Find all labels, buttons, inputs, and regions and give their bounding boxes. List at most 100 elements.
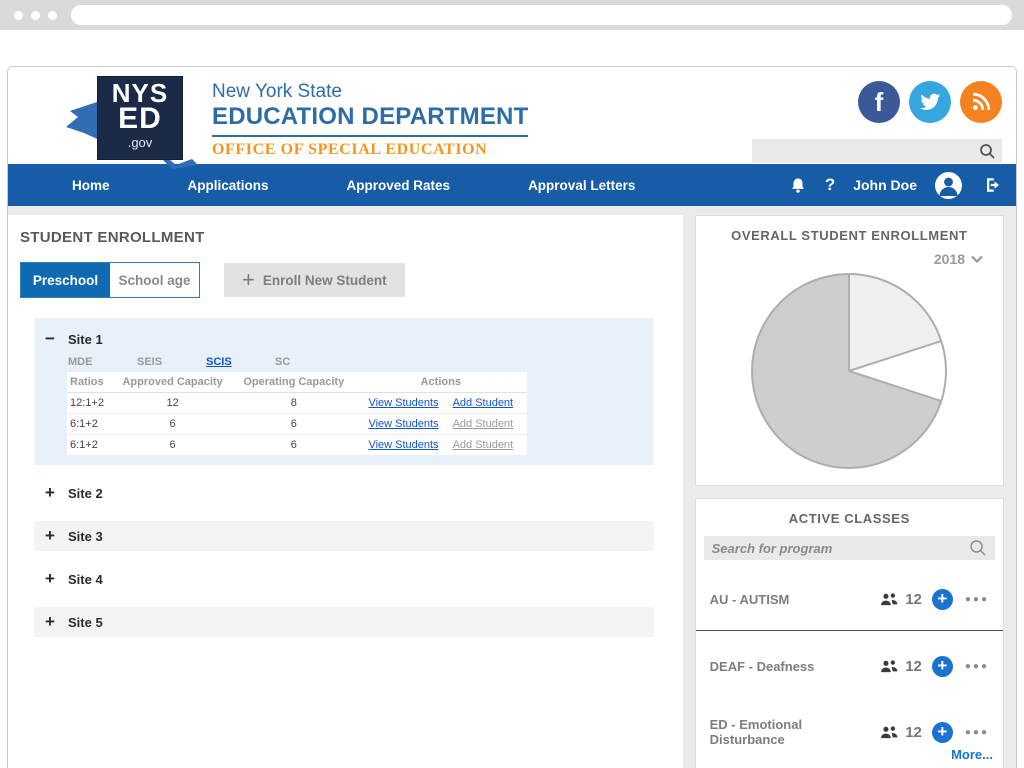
window-control-dots[interactable] [14,11,57,20]
expand-site-icon[interactable]: + [42,614,58,630]
browser-chrome [0,0,1024,30]
pie-slice-divider [848,275,850,371]
view-students-link[interactable]: View Students [368,418,438,430]
class-label: AU - AUTISM [710,592,881,607]
nav-item-applications[interactable]: Applications [168,178,289,193]
more-options-icon[interactable]: ●●● [965,661,989,672]
rss-icon[interactable] [960,81,1002,123]
add-to-class-button[interactable]: + [932,656,953,677]
active-classes-title: ACTIVE CLASSES [696,499,1003,526]
program-search-input[interactable] [704,536,969,560]
help-icon[interactable]: ? [825,175,835,195]
class-item-ed: ED - Emotional Disturbance 12 + ●●● [710,717,989,747]
add-to-class-button[interactable]: + [932,722,953,743]
sign-out-icon[interactable] [984,176,1002,194]
students-group-icon [880,725,899,740]
site-name: Site 4 [68,572,103,587]
add-to-class-button[interactable]: + [932,589,953,610]
service-tab-scis[interactable]: SCIS [206,356,275,368]
operating-capacity-cell: 6 [233,435,355,456]
site-masthead: NYS ED .gov New York State EDUCATION DEP… [8,67,1016,164]
service-tab-mde[interactable]: MDE [68,356,137,368]
capacity-table: RatiosApproved CapacityOperating Capacit… [67,372,527,455]
nav-item-approved-rates[interactable]: Approved Rates [327,178,471,193]
overall-enrollment-title: OVERALL STUDENT ENROLLMENT [696,216,1003,243]
year-dropdown[interactable]: 2018 [696,243,1003,267]
class-count: 12 [905,658,922,675]
table-row: 6:1+266View StudentsAdd Student [67,414,527,435]
tab-preschool[interactable]: Preschool [21,263,110,297]
plus-icon: + [242,270,255,290]
class-count: 12 [905,591,922,608]
student-enrollment-panel: STUDENT ENROLLMENT PreschoolSchool age +… [8,215,683,768]
add-student-link[interactable]: Add Student [453,439,514,451]
add-student-link[interactable]: Add Student [453,397,514,409]
class-item-au: AU - AUTISM 12 + ●●● [710,584,989,614]
twitter-icon[interactable] [909,81,951,123]
site-search-input[interactable] [752,139,979,163]
user-avatar-icon[interactable] [935,172,962,199]
org-office-line: OFFICE OF SPECIAL EDUCATION [212,141,528,159]
program-search [704,536,995,560]
window-dot[interactable] [31,11,40,20]
notifications-bell-icon[interactable] [789,176,807,195]
approved-capacity-cell: 12 [112,393,233,414]
expand-site-icon[interactable]: + [42,571,58,587]
site-name: Site 1 [68,332,103,347]
active-classes-panel: ACTIVE CLASSES AU - AUTISM12+●●●DEAF - D… [695,498,1004,768]
site-row-site-4[interactable]: + Site 4 [34,564,654,594]
column-header: Ratios [67,372,112,393]
nav-item-home[interactable]: Home [52,178,130,193]
logo-line3: .gov [98,135,182,150]
facebook-icon[interactable]: f [858,81,900,123]
search-icon[interactable] [969,539,987,557]
approved-capacity-cell: 6 [112,414,233,435]
add-student-link[interactable]: Add Student [453,418,514,430]
expand-site-icon[interactable]: + [42,485,58,501]
page-title: STUDENT ENROLLMENT [20,229,683,246]
class-count: 12 [905,724,922,741]
ratio-cell: 6:1+2 [67,414,112,435]
site-row-site-5[interactable]: + Site 5 [34,607,654,637]
site-search [752,139,1002,163]
service-tab-sc[interactable]: SC [275,356,344,368]
more-options-icon[interactable]: ●●● [965,594,989,605]
service-tab-seis[interactable]: SEIS [137,356,206,368]
pie-slice-divider [849,340,941,372]
org-title-block: New York State EDUCATION DEPARTMENT OFFI… [212,81,528,159]
divider [696,630,1003,631]
enroll-new-student-button[interactable]: + Enroll New Student [224,263,405,297]
search-icon[interactable] [979,143,996,160]
year-value: 2018 [934,251,965,267]
expand-site-icon[interactable]: + [42,528,58,544]
operating-capacity-cell: 8 [233,393,355,414]
more-options-icon[interactable]: ●●● [965,727,989,738]
table-row: 12:1+2128View StudentsAdd Student [67,393,527,414]
logo-line2: ED [98,106,182,132]
class-item-deaf: DEAF - Deafness12+●●● [710,651,989,681]
window-dot[interactable] [14,11,23,20]
nav-item-approval-letters[interactable]: Approval Letters [508,178,655,193]
window-dot[interactable] [48,11,57,20]
address-bar[interactable] [71,5,1012,25]
column-header: Approved Capacity [112,372,233,393]
view-students-link[interactable]: View Students [368,397,438,409]
age-group-tabs: PreschoolSchool age [20,262,200,298]
site-row-site-2[interactable]: + Site 2 [34,478,654,508]
collapse-site-icon[interactable]: − [42,331,58,347]
more-link[interactable]: More... [696,747,993,762]
class-label: ED - Emotional Disturbance [710,717,881,747]
approved-capacity-cell: 6 [112,435,233,456]
org-state-line: New York State [212,81,528,103]
nysed-logo[interactable]: NYS ED .gov [90,73,190,161]
enrollment-pie-chart[interactable] [751,273,947,469]
column-header: Operating Capacity [233,372,355,393]
social-links: f [752,81,1002,123]
tab-school-age[interactable]: School age [110,263,199,297]
site-row-site-3[interactable]: +Site 3 [34,521,654,551]
user-name[interactable]: John Doe [853,177,917,193]
site-1-expanded-block: − Site 1 MDESEISSCISSC RatiosApproved Ca… [34,318,654,465]
view-students-link[interactable]: View Students [368,439,438,451]
site-name: Site 2 [68,486,103,501]
site-name: Site 5 [68,615,103,630]
